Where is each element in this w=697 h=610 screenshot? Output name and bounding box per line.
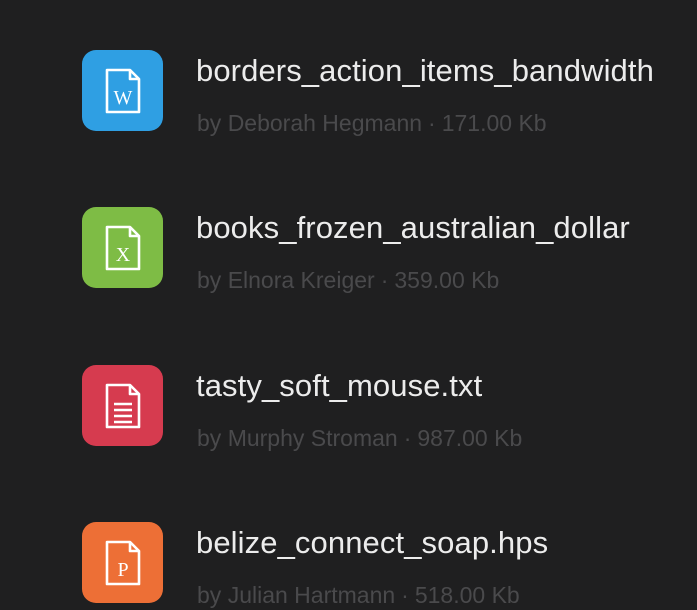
list-item[interactable]: P belize_connect_soap.hps by Julian Hart… (0, 516, 697, 610)
by-label: by (197, 425, 222, 451)
file-meta: by Elnora Kreiger · 359.00 Kb (197, 265, 499, 295)
file-name: books_frozen_australian_dollar (196, 210, 630, 245)
meta-separator: · (403, 425, 412, 451)
by-label: by (197, 110, 222, 136)
file-size: 359.00 Kb (394, 267, 500, 293)
by-label: by (197, 267, 222, 293)
file-list: W borders_action_items_bandwidth by Debo… (0, 0, 697, 610)
file-meta: by Murphy Stroman · 987.00 Kb (197, 423, 522, 453)
file-size: 987.00 Kb (417, 425, 523, 451)
meta-separator: · (428, 110, 436, 136)
word-document-icon: W (82, 50, 163, 131)
file-size: 518.00 Kb (414, 582, 520, 608)
list-item[interactable]: X books_frozen_australian_dollar by Elno… (0, 201, 697, 321)
list-item[interactable]: W borders_action_items_bandwidth by Debo… (0, 44, 697, 164)
file-author: Julian Hartmann (227, 582, 396, 608)
by-label: by (197, 582, 222, 608)
svg-text:P: P (117, 559, 128, 581)
powerpoint-document-icon: P (82, 522, 163, 603)
file-meta: by Julian Hartmann · 518.00 Kb (197, 580, 520, 610)
meta-separator: · (380, 267, 389, 293)
file-meta: by Deborah Hegmann · 171.00 Kb (197, 108, 547, 138)
file-author: Murphy Stroman (227, 425, 398, 451)
file-name: belize_connect_soap.hps (196, 525, 549, 560)
file-author: Deborah Hegmann (227, 110, 423, 136)
svg-text:X: X (115, 244, 130, 266)
meta-separator: · (401, 582, 409, 608)
svg-text:W: W (113, 87, 132, 109)
file-author: Elnora Kreiger (227, 267, 375, 293)
text-document-icon (82, 365, 163, 446)
file-name: tasty_soft_mouse.txt (196, 368, 483, 403)
file-size: 171.00 Kb (441, 110, 547, 136)
list-item[interactable]: tasty_soft_mouse.txt by Murphy Stroman · 9… (0, 359, 697, 479)
excel-document-icon: X (82, 207, 163, 288)
file-name: borders_action_items_bandwidth (196, 53, 654, 88)
